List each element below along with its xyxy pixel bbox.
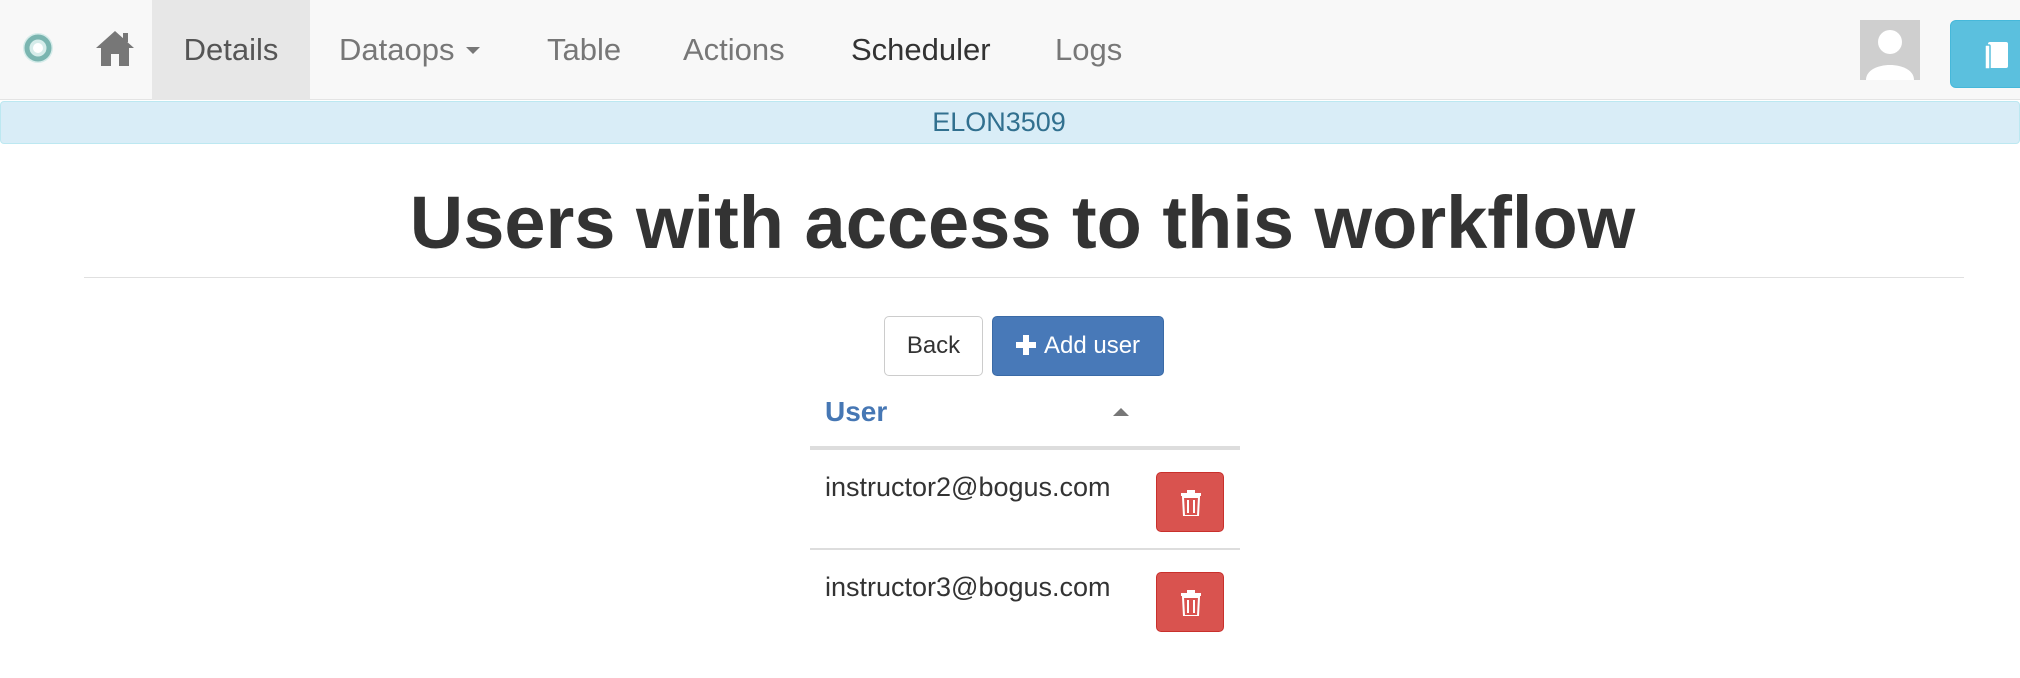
nav-logs[interactable]: Logs: [1055, 0, 1122, 100]
column-header-user[interactable]: User: [825, 396, 887, 428]
ontask-logo-icon[interactable]: [20, 30, 56, 66]
nav-logs-label: Logs: [1055, 32, 1123, 67]
back-button[interactable]: Back: [884, 316, 983, 376]
back-button-label: Back: [906, 332, 961, 359]
users-table: User instructor2@bogus.com instructor3@b…: [810, 384, 1240, 650]
avatar-silhouette: [1860, 20, 1920, 80]
nav-scheduler[interactable]: Scheduler: [851, 0, 991, 100]
user-avatar-icon[interactable]: [1860, 20, 1920, 80]
workflow-name-banner: ELON3509: [0, 101, 2020, 144]
user-email: instructor3@bogus.com: [825, 572, 1111, 602]
add-user-label: Add user: [1043, 332, 1141, 359]
nav-details[interactable]: Details: [152, 0, 310, 100]
user-email: instructor2@bogus.com: [825, 472, 1111, 502]
page-title: Users with access to this workflow: [409, 181, 1636, 264]
trash-icon: [1181, 590, 1201, 616]
table-row: instructor2@bogus.com: [810, 450, 1240, 550]
chevron-down-icon: [466, 47, 481, 55]
help-button[interactable]: [1950, 20, 2020, 88]
home-icon[interactable]: [94, 28, 136, 68]
top-navbar: Details Dataops Table Actions Scheduler …: [0, 0, 2020, 100]
nav-actions-label: Actions: [683, 32, 785, 67]
nav-table[interactable]: Table: [547, 0, 621, 100]
add-user-button[interactable]: Add user: [992, 316, 1164, 376]
book-icon: [1984, 42, 2008, 70]
table-header-user[interactable]: User: [810, 384, 1240, 450]
delete-user-button[interactable]: [1156, 572, 1224, 632]
nav-dataops[interactable]: Dataops: [339, 0, 481, 100]
nav-scheduler-label: Scheduler: [851, 32, 991, 67]
workflow-name: ELON3509: [932, 107, 1066, 137]
nav-actions[interactable]: Actions: [683, 0, 785, 100]
nav-dataops-label: Dataops: [339, 32, 455, 67]
table-row: instructor3@bogus.com: [810, 550, 1240, 650]
plus-icon: [1015, 334, 1036, 355]
nav-table-label: Table: [547, 32, 622, 67]
title-divider: [84, 277, 1964, 278]
delete-user-button[interactable]: [1156, 472, 1224, 532]
trash-icon: [1181, 490, 1201, 516]
nav-details-label: Details: [183, 32, 279, 67]
sort-ascending-icon[interactable]: [1113, 408, 1129, 416]
